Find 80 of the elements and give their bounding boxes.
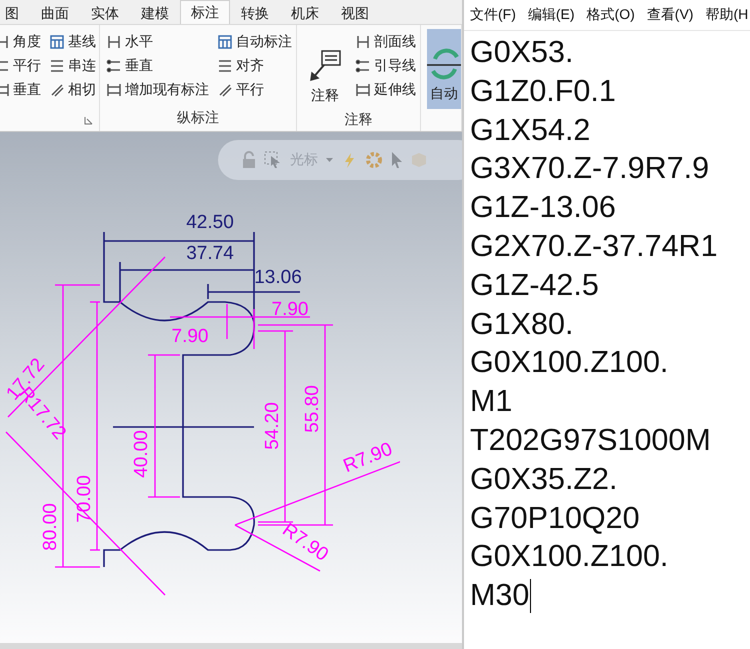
dimension-icon bbox=[106, 82, 122, 98]
ribbon-button[interactable]: 引导线 bbox=[355, 55, 416, 76]
caret-icon[interactable] bbox=[326, 158, 333, 162]
code-line: G1X54.2 bbox=[470, 112, 590, 149]
dimension-label: 7.90 bbox=[272, 299, 308, 320]
code-line: G3X70.Z-7.9R7.9 bbox=[470, 150, 710, 188]
menu-item[interactable]: 帮助(H bbox=[705, 6, 748, 24]
ribbon-button[interactable]: 延伸线 bbox=[355, 79, 416, 100]
select-cursor-icon[interactable] bbox=[264, 151, 282, 169]
refresh-icon bbox=[427, 47, 461, 81]
gear-icon[interactable] bbox=[365, 151, 383, 169]
dimension-icon bbox=[49, 58, 65, 74]
dimension-icon bbox=[355, 82, 372, 98]
ribbon-button[interactable]: 平行 bbox=[0, 55, 41, 76]
dimension-label: 13.06 bbox=[254, 267, 302, 288]
ribbon-tab[interactable]: 曲面 bbox=[30, 2, 80, 24]
dimension-label: 37.74 bbox=[186, 243, 234, 264]
dimension-label: 40.00 bbox=[131, 430, 152, 478]
ribbon-button[interactable]: 平行 bbox=[217, 79, 292, 100]
dimension-icon bbox=[355, 34, 372, 50]
note-leader-icon bbox=[308, 49, 342, 83]
dimension-label: 7.90 bbox=[172, 326, 208, 347]
code-line: G70P10Q20 bbox=[470, 500, 640, 537]
ribbon-button[interactable]: 对齐 bbox=[217, 55, 292, 76]
code-line: G1Z-13.06 bbox=[470, 189, 616, 226]
dimension-label: 54.20 bbox=[262, 402, 283, 450]
pointer-icon[interactable] bbox=[391, 151, 403, 169]
group-label: 纵标注 bbox=[176, 109, 220, 127]
ribbon-tab[interactable]: 机床 bbox=[280, 2, 330, 24]
dimension-icon bbox=[49, 82, 65, 98]
ribbon-tab[interactable]: 图 bbox=[0, 2, 30, 24]
ribbon-button[interactable]: 水平 bbox=[106, 31, 210, 52]
text-cursor bbox=[530, 578, 532, 613]
menu-item[interactable]: 格式(O) bbox=[586, 6, 635, 24]
dimension-icon bbox=[49, 34, 65, 50]
dimension-icon bbox=[355, 58, 372, 74]
code-line: G1Z-42.5 bbox=[470, 266, 599, 304]
menu-item[interactable]: 查看(V) bbox=[646, 6, 694, 24]
dimension-icon bbox=[106, 34, 122, 50]
ribbon-tab[interactable]: 实体 bbox=[80, 2, 130, 24]
ribbon-button[interactable]: 串连 bbox=[49, 55, 96, 76]
dimension-label: 80.00 bbox=[40, 503, 61, 551]
ribbon-button[interactable]: 角度 bbox=[0, 31, 41, 52]
code-line: G0X35.Z2. bbox=[470, 460, 618, 498]
ribbon-button[interactable]: 自动标注 bbox=[217, 31, 292, 52]
dimension-icon bbox=[217, 58, 234, 74]
ribbon-button[interactable]: 基线 bbox=[49, 31, 96, 52]
ribbon-button[interactable]: 增加现有标注 bbox=[106, 79, 210, 100]
code-line: G1X80. bbox=[470, 306, 574, 343]
group-label: 注释 bbox=[344, 111, 374, 129]
code-line: G0X100.Z100. bbox=[470, 344, 668, 382]
dimension-icon bbox=[217, 34, 234, 50]
code-line: G2X70.Z-37.74R1 bbox=[470, 228, 718, 265]
ribbon-tab[interactable]: 建模 bbox=[130, 2, 180, 24]
menu-item[interactable]: 编辑(E) bbox=[528, 6, 575, 24]
code-line: G1Z0.F0.1 bbox=[470, 72, 616, 110]
dialog-launcher-icon[interactable] bbox=[84, 116, 94, 125]
ribbon-button[interactable]: 剖面线 bbox=[355, 31, 416, 52]
ribbon-large-button[interactable]: 自动 bbox=[427, 29, 461, 109]
menu-item[interactable]: 文件(F) bbox=[470, 6, 516, 24]
dimension-icon bbox=[217, 82, 234, 98]
dimension-icon bbox=[106, 58, 122, 74]
dimension-label: 55.80 bbox=[302, 385, 323, 433]
dimension-label: 42.50 bbox=[186, 212, 234, 233]
ribbon-button[interactable]: 相切 bbox=[49, 79, 96, 100]
ribbon-tab[interactable]: 视图 bbox=[330, 2, 380, 24]
code-line: G0X53. bbox=[470, 34, 574, 71]
code-line: T202G97S1000M bbox=[470, 422, 711, 459]
ribbon-button[interactable]: 垂直 bbox=[0, 79, 41, 100]
ribbon-tab[interactable]: 标注 bbox=[180, 0, 230, 24]
ribbon-tab[interactable]: 转换 bbox=[230, 2, 280, 24]
ribbon-large-button[interactable]: 注释 bbox=[303, 31, 348, 111]
ribbon-button[interactable]: 垂直 bbox=[106, 55, 210, 76]
dimension-label: 70.00 bbox=[74, 475, 95, 523]
code-line: G0X100.Z100. bbox=[470, 538, 668, 576]
code-line: M1 bbox=[470, 383, 512, 420]
cube-icon[interactable] bbox=[411, 152, 427, 168]
lock-icon[interactable] bbox=[242, 151, 256, 169]
dimension-label: R7.90 bbox=[340, 438, 396, 478]
code-line: M30 bbox=[470, 577, 530, 614]
